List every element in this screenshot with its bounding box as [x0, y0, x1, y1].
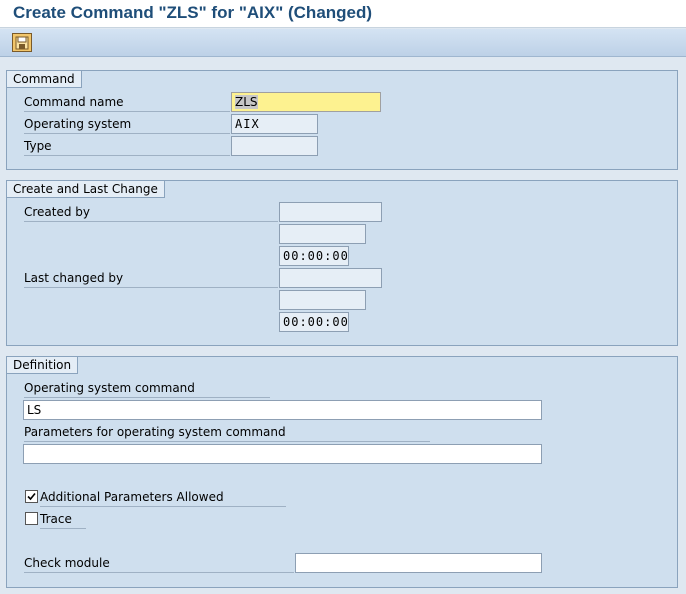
command-name-field[interactable]: ZLS [231, 92, 381, 112]
save-icon [15, 36, 29, 50]
parameters-field[interactable] [23, 444, 542, 464]
operating-system-label: Operating system [24, 114, 230, 134]
last-changed-by-label: Last changed by [24, 268, 278, 288]
additional-parameters-checkbox[interactable] [25, 490, 38, 503]
application-toolbar [0, 29, 686, 57]
command-group: Command Command name ZLS Operating syste… [6, 70, 678, 170]
command-group-label: Command [7, 71, 82, 88]
additional-parameters-label: Additional Parameters Allowed [40, 487, 286, 507]
type-field [231, 136, 318, 156]
check-module-label: Check module [24, 553, 294, 573]
create-last-change-group: Create and Last Change Created by 00:00:… [6, 180, 678, 346]
save-button[interactable] [12, 33, 32, 52]
checkmark-icon [27, 492, 36, 501]
parameters-label: Parameters for operating system command [24, 422, 430, 442]
last-changed-by-field [279, 268, 382, 288]
trace-checkbox[interactable] [25, 512, 38, 525]
changed-time-field: 00:00:00 [279, 312, 349, 332]
os-command-field[interactable]: LS [23, 400, 542, 420]
created-time-field: 00:00:00 [279, 246, 349, 266]
title-bar: Create Command "ZLS" for "AIX" (Changed) [0, 0, 686, 28]
definition-group-label: Definition [7, 357, 79, 374]
created-by-label: Created by [24, 202, 278, 222]
page-title: Create Command "ZLS" for "AIX" (Changed) [13, 3, 373, 22]
type-label: Type [24, 136, 230, 156]
os-command-label: Operating system command [24, 378, 270, 398]
operating-system-field: AIX [231, 114, 318, 134]
command-name-value: ZLS [235, 95, 258, 109]
check-module-field[interactable] [295, 553, 542, 573]
create-last-change-group-label: Create and Last Change [7, 181, 165, 198]
created-by-field [279, 202, 382, 222]
definition-group: Definition Operating system command LS P… [6, 356, 678, 588]
command-name-label: Command name [24, 92, 230, 112]
changed-date-field [279, 290, 366, 310]
trace-label: Trace [40, 509, 86, 529]
created-date-field [279, 224, 366, 244]
